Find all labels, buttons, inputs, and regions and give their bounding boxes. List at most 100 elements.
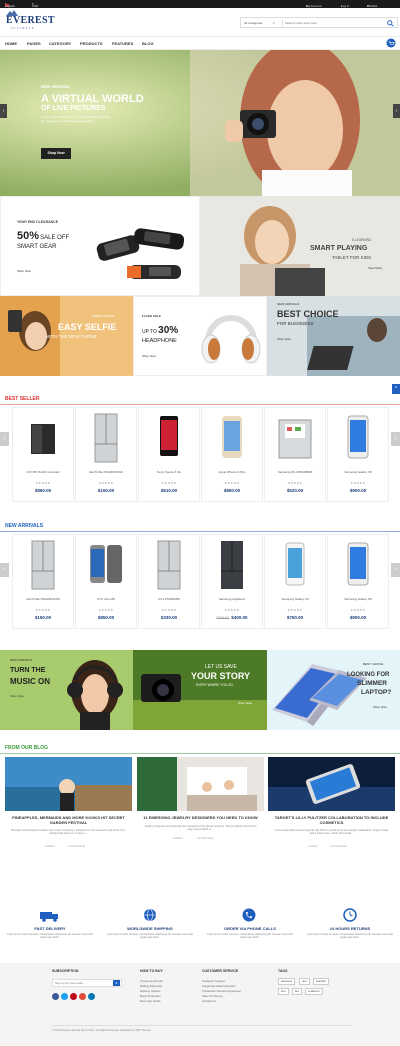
footer-link[interactable]: New User Guide bbox=[140, 999, 161, 1003]
google-plus-icon[interactable] bbox=[79, 993, 86, 1000]
blog-post-1[interactable]: PINEAPPLES, MERMAIDS AND MORE KOOKS HIT … bbox=[5, 757, 132, 882]
nav-item-home[interactable]: HOME bbox=[5, 41, 17, 46]
footer-link[interactable]: Create an Account bbox=[140, 979, 163, 983]
footer-link[interactable]: Delivery Options bbox=[140, 989, 161, 993]
best-seller-next-arrow[interactable]: › bbox=[391, 432, 400, 446]
send-icon[interactable]: ➤ bbox=[113, 980, 120, 986]
banner-music[interactable]: NEW ARRIVALS TURN THE MUSIC ON Shop Now bbox=[0, 650, 133, 730]
product-image[interactable] bbox=[149, 539, 189, 591]
new-arrivals-prev-arrow[interactable]: ‹ bbox=[0, 563, 9, 577]
product-image[interactable] bbox=[212, 539, 252, 591]
footer-link[interactable]: Contact Us bbox=[202, 999, 216, 1003]
product-image[interactable] bbox=[23, 412, 63, 464]
product-name[interactable]: LPO BP-WJ4/3 Compact bbox=[13, 470, 73, 474]
email-input[interactable] bbox=[53, 980, 111, 986]
promo-smart-playing[interactable]: E-LEARNING SMART PLAYING TABLET FOR KIDS… bbox=[200, 196, 400, 296]
nav-item-category[interactable]: CATEGORY bbox=[49, 41, 71, 46]
product-card[interactable]: GE Profile PFE28KSKSS ★★★★★ $150.00 bbox=[12, 534, 74, 629]
footer-link[interactable]: Transaction Service Agreement bbox=[202, 989, 241, 993]
product-name[interactable]: Samsung Galaxy S4 bbox=[265, 597, 325, 601]
tag[interactable]: love bbox=[278, 988, 289, 995]
blog-post-comments[interactable]: ▪ 12 Comments bbox=[67, 845, 85, 848]
banner-story[interactable]: LET US SAVE YOUR STORY EVERY WHERE YOU G… bbox=[133, 650, 267, 730]
blog-post-title[interactable]: TARGET'S LILLY PULITZER COLLABORATION TO… bbox=[272, 815, 391, 825]
hero-shop-now-button[interactable]: Shop Now bbox=[41, 148, 71, 159]
tag[interactable]: nice bbox=[299, 978, 310, 985]
product-name[interactable]: GE Profile PFE28KSKSS bbox=[13, 597, 73, 601]
footer-link[interactable]: Buyer Protection bbox=[140, 994, 161, 998]
footer-link[interactable]: Take Our Survey bbox=[202, 994, 223, 998]
twitter-icon[interactable] bbox=[61, 993, 68, 1000]
blog-post-comments[interactable]: ▪ 0 Comments bbox=[330, 845, 346, 848]
product-image[interactable] bbox=[149, 412, 189, 464]
nav-item-features[interactable]: FEATURES bbox=[112, 41, 133, 46]
product-card[interactable]: Samsung RF-FPRM3B0R ★★★★★ $520.00 bbox=[264, 407, 326, 502]
back-to-top-button[interactable]: ^ bbox=[392, 384, 400, 394]
promo-headphone[interactable]: FLASH SALE UP TO 30% HEADPHONE Shop Now bbox=[133, 296, 267, 376]
product-name[interactable]: Apple iPhone 6 Plus bbox=[202, 470, 262, 474]
product-name[interactable]: Samsung Appliance bbox=[202, 597, 262, 601]
linkedin-icon[interactable] bbox=[88, 993, 95, 1000]
hero-prev-arrow[interactable]: ‹ bbox=[0, 104, 7, 118]
product-card[interactable]: Apple iPhone 6 Plus ★★★★★ $860.00 bbox=[201, 407, 263, 502]
product-card[interactable]: Samsung Galaxy S5 ★★★★★ $900.00 bbox=[327, 407, 389, 502]
banner-laptop-link[interactable]: Shop Now bbox=[373, 705, 387, 709]
nav-item-blog[interactable]: BLOG bbox=[142, 41, 154, 46]
product-name[interactable]: Samsung RF-FPRM3B0R bbox=[265, 470, 325, 474]
tag[interactable]: beautiful bbox=[313, 978, 329, 985]
blog-post-title[interactable]: 11 EMERGING JEWELRY DESIGNERS YOU NEED T… bbox=[141, 815, 260, 820]
product-image[interactable] bbox=[338, 412, 378, 464]
search-icon[interactable] bbox=[387, 20, 394, 27]
search-category-select[interactable]: All Categories bbox=[244, 21, 263, 25]
tag[interactable]: awesome bbox=[278, 978, 296, 985]
product-card[interactable]: Samsung Appliance ★★★★★ $799.00 $400.00 bbox=[201, 534, 263, 629]
currency-selector[interactable]: USD ▾ bbox=[32, 2, 38, 8]
footer-link[interactable]: Customer Support bbox=[202, 979, 225, 983]
blog-post-comments[interactable]: ▪ 0 Comments bbox=[197, 837, 213, 840]
promo-tablet-link[interactable]: View More bbox=[368, 266, 382, 270]
product-image[interactable] bbox=[275, 539, 315, 591]
product-image[interactable] bbox=[212, 412, 252, 464]
promo-headphone-link[interactable]: Shop Now bbox=[142, 354, 156, 358]
product-name[interactable]: Samsung Galaxy S5 bbox=[328, 597, 388, 601]
product-card[interactable]: Samsung Galaxy S4 ★★★★★ $750.00 bbox=[264, 534, 326, 629]
promo-smart-gear[interactable]: YEAR END CLEARANCE 50% SALE OFF SMART GE… bbox=[0, 196, 200, 296]
blog-post-title[interactable]: PINEAPPLES, MERMAIDS AND MORE KOOKS HIT … bbox=[9, 815, 128, 825]
banner-music-link[interactable]: Shop Now bbox=[10, 694, 24, 698]
best-seller-prev-arrow[interactable]: ‹ bbox=[0, 432, 9, 446]
product-card[interactable]: Sony Xperia Z 4G ★★★★★ $510.00 bbox=[138, 407, 200, 502]
product-card[interactable]: Samsung Galaxy S5 ★★★★★ $900.00 bbox=[327, 534, 389, 629]
product-name[interactable]: HTC One M8 bbox=[76, 597, 136, 601]
product-card[interactable]: GE Profile PFE28KSKSS ★★★★★ $150.00 bbox=[75, 407, 137, 502]
cart-icon[interactable] bbox=[386, 38, 396, 48]
product-name[interactable]: CS-LPS34PM50 bbox=[139, 597, 199, 601]
banner-laptop[interactable]: BEST CHOICE LOOKING FOR SLIMMER LAPTOP? … bbox=[267, 650, 400, 730]
language-selector[interactable]: English ▾ bbox=[5, 2, 15, 8]
product-image[interactable] bbox=[23, 539, 63, 591]
product-card[interactable]: LPO BP-WJ4/3 Compact ★★★★★ $860.00 bbox=[12, 407, 74, 502]
product-image[interactable] bbox=[86, 539, 126, 591]
product-card[interactable]: CS-LPS34PM50 ★★★★★ $330.00 bbox=[138, 534, 200, 629]
product-image[interactable] bbox=[338, 539, 378, 591]
facebook-icon[interactable] bbox=[52, 993, 59, 1000]
nav-item-products[interactable]: PRODUCTS bbox=[80, 41, 102, 46]
tag[interactable]: smilleamo bbox=[305, 988, 323, 995]
product-name[interactable]: Sony Xperia Z 4G bbox=[139, 470, 199, 474]
new-arrivals-next-arrow[interactable]: › bbox=[391, 563, 400, 577]
footer-link[interactable]: Making Payments bbox=[140, 984, 162, 988]
pinterest-icon[interactable] bbox=[70, 993, 77, 1000]
product-image[interactable] bbox=[275, 412, 315, 464]
promo-easy-selfie[interactable]: SMART PHONE EASY SELFIE WITH THE NEW PHO… bbox=[0, 296, 133, 376]
blog-post-2[interactable]: 11 EMERGING JEWELRY DESIGNERS YOU NEED T… bbox=[137, 757, 264, 882]
blog-post-3[interactable]: TARGET'S LILLY PULITZER COLLABORATION TO… bbox=[268, 757, 395, 882]
tag[interactable]: like bbox=[292, 988, 302, 995]
search-input[interactable] bbox=[282, 20, 377, 26]
product-name[interactable]: Samsung Galaxy S5 bbox=[328, 470, 388, 474]
promo-business[interactable]: NEW ARRIVALS BEST CHOICE FOR BUSSINESS S… bbox=[267, 296, 400, 376]
hero-next-arrow[interactable]: › bbox=[393, 104, 400, 118]
banner-story-link[interactable]: Shop Now bbox=[238, 701, 252, 705]
promo-business-link[interactable]: Shop Now bbox=[277, 337, 291, 341]
promo-gear-link[interactable]: Shop Now bbox=[17, 269, 31, 273]
footer-link[interactable]: Frequently Asked Question bbox=[202, 984, 236, 988]
product-name[interactable]: GE Profile PFE28KSKSS bbox=[76, 470, 136, 474]
